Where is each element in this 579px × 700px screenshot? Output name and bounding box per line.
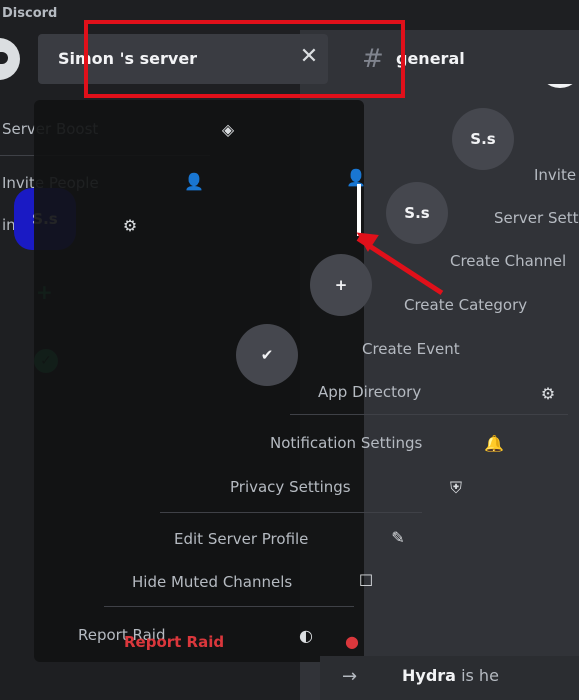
join-text: is he [461, 666, 499, 685]
robot-icon: ⚙ [540, 384, 556, 403]
create-event-icon: ✔ [236, 324, 298, 386]
alert-icon: ● [345, 632, 359, 651]
menu-item-hide-muted-channels[interactable]: Hide Muted Channels [132, 573, 292, 591]
menu-divider [160, 512, 422, 513]
gear-icon: ⚙ [122, 216, 138, 235]
server-avatar-ghost: S.s [452, 108, 514, 170]
menu-item-create-category[interactable]: Create Category [404, 296, 527, 314]
menu-item-report-raid[interactable]: Report Raid [124, 633, 224, 651]
alert-icon: ◐ [299, 626, 313, 645]
menu-divider [104, 606, 354, 607]
menu-item-edit-server-profile[interactable]: Edit Server Profile [174, 530, 308, 548]
boost-icon: ◈ [221, 120, 235, 139]
menu-item-invite[interactable]: Invite [534, 166, 576, 184]
channel-name: general [396, 49, 465, 68]
user-name[interactable]: Hydra [402, 666, 456, 685]
bell-icon: 🔔 [484, 434, 504, 453]
menu-divider [290, 414, 568, 415]
server-avatar-ghost: S.s [386, 182, 448, 244]
pencil-icon: ✎ [391, 528, 405, 547]
checkbox-icon: ☐ [358, 571, 374, 590]
invite-icon: 👤 [346, 168, 366, 187]
menu-item-create-event[interactable]: Create Event [362, 340, 460, 358]
menu-item-app-directory[interactable]: App Directory [318, 383, 421, 401]
menu-item-server-settings[interactable]: Server Setti [494, 209, 579, 227]
shield-icon: ⛨ [449, 478, 462, 497]
app-name: Discord [2, 6, 58, 21]
annotation-highlight-box [84, 20, 405, 98]
menu-item-notification-settings[interactable]: Notification Settings [270, 434, 422, 452]
chat-message-preview: → Hydra is he [320, 656, 579, 700]
menu-item-create-channel[interactable]: Create Channel [450, 252, 566, 270]
invite-icon: 👤 [184, 172, 204, 191]
plus-circle-icon: + [310, 254, 372, 316]
join-message: Hydra is he [402, 666, 499, 685]
arrow-right-icon: → [342, 666, 358, 687]
menu-item-privacy-settings[interactable]: Privacy Settings [230, 478, 351, 496]
